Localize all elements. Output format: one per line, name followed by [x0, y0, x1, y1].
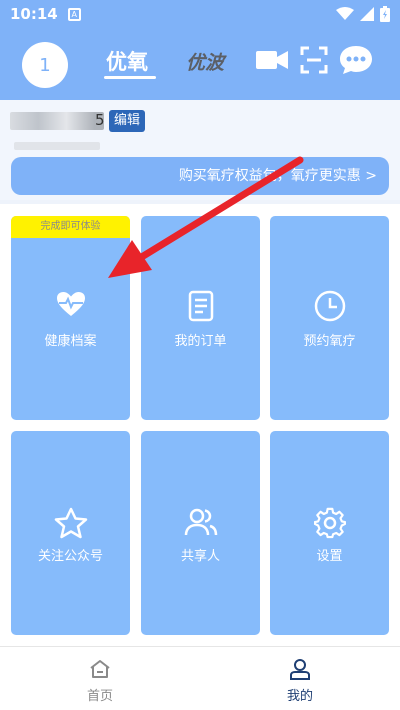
scan-icon[interactable] — [300, 46, 328, 74]
user-name-blurred — [10, 112, 104, 130]
gear-icon — [313, 507, 346, 539]
video-camera-icon[interactable] — [255, 46, 289, 74]
home-icon — [90, 660, 110, 678]
nav-mine[interactable]: 我的 — [240, 647, 360, 710]
clock-icon — [314, 290, 345, 322]
tile-label: 共享人 — [180, 549, 220, 564]
top-header: 1 优氧 优波 — [0, 28, 400, 100]
tab-youbo[interactable]: 优波 — [186, 48, 224, 75]
tile-settings[interactable]: 设置 — [270, 431, 389, 635]
user-subtitle-blurred — [14, 142, 100, 150]
profile-icon — [290, 659, 310, 680]
tile-label: 健康档案 — [44, 334, 97, 349]
user-name-suffix: 5 — [95, 111, 105, 129]
chat-bubble-icon[interactable] — [338, 44, 374, 76]
status-indicators — [336, 6, 390, 22]
star-icon — [54, 507, 87, 539]
status-bar: 10:14 A — [0, 0, 400, 28]
signal-icon — [360, 7, 374, 21]
tile-follow-account[interactable]: 关注公众号 — [11, 431, 130, 635]
tile-health-record[interactable]: 完成即可体验 健康档案 — [11, 216, 130, 420]
nav-home[interactable]: 首页 — [40, 647, 160, 710]
edit-button[interactable]: 编辑 — [109, 110, 146, 132]
tile-my-orders[interactable]: 我的订单 — [141, 216, 260, 420]
tile-sharer[interactable]: 共享人 — [141, 431, 260, 635]
users-icon — [184, 508, 217, 536]
battery-icon — [380, 6, 390, 22]
nav-home-label: 首页 — [86, 689, 113, 704]
tile-label: 关注公众号 — [37, 549, 103, 564]
bottom-nav: 首页 我的 — [0, 646, 400, 710]
tile-label: 我的订单 — [174, 334, 227, 349]
tile-label: 设置 — [316, 549, 343, 564]
status-time: 10:14 — [10, 5, 58, 23]
tab-youyang[interactable]: 优氧 — [106, 46, 148, 76]
tile-book-oxygen[interactable]: 预约氧疗 — [270, 216, 389, 420]
trial-badge: 完成即可体验 — [11, 216, 130, 238]
avatar[interactable]: 1 — [22, 42, 68, 88]
app-notification-icon: A — [67, 7, 81, 21]
promo-banner[interactable]: 购买氧疗权益包，氧疗更实惠 > — [11, 157, 389, 195]
heart-pulse-icon — [56, 292, 85, 316]
tab-active-indicator — [104, 76, 156, 79]
tile-label: 预约氧疗 — [303, 334, 356, 349]
nav-mine-label: 我的 — [286, 689, 313, 704]
document-icon — [188, 290, 213, 322]
wifi-icon — [336, 7, 354, 20]
